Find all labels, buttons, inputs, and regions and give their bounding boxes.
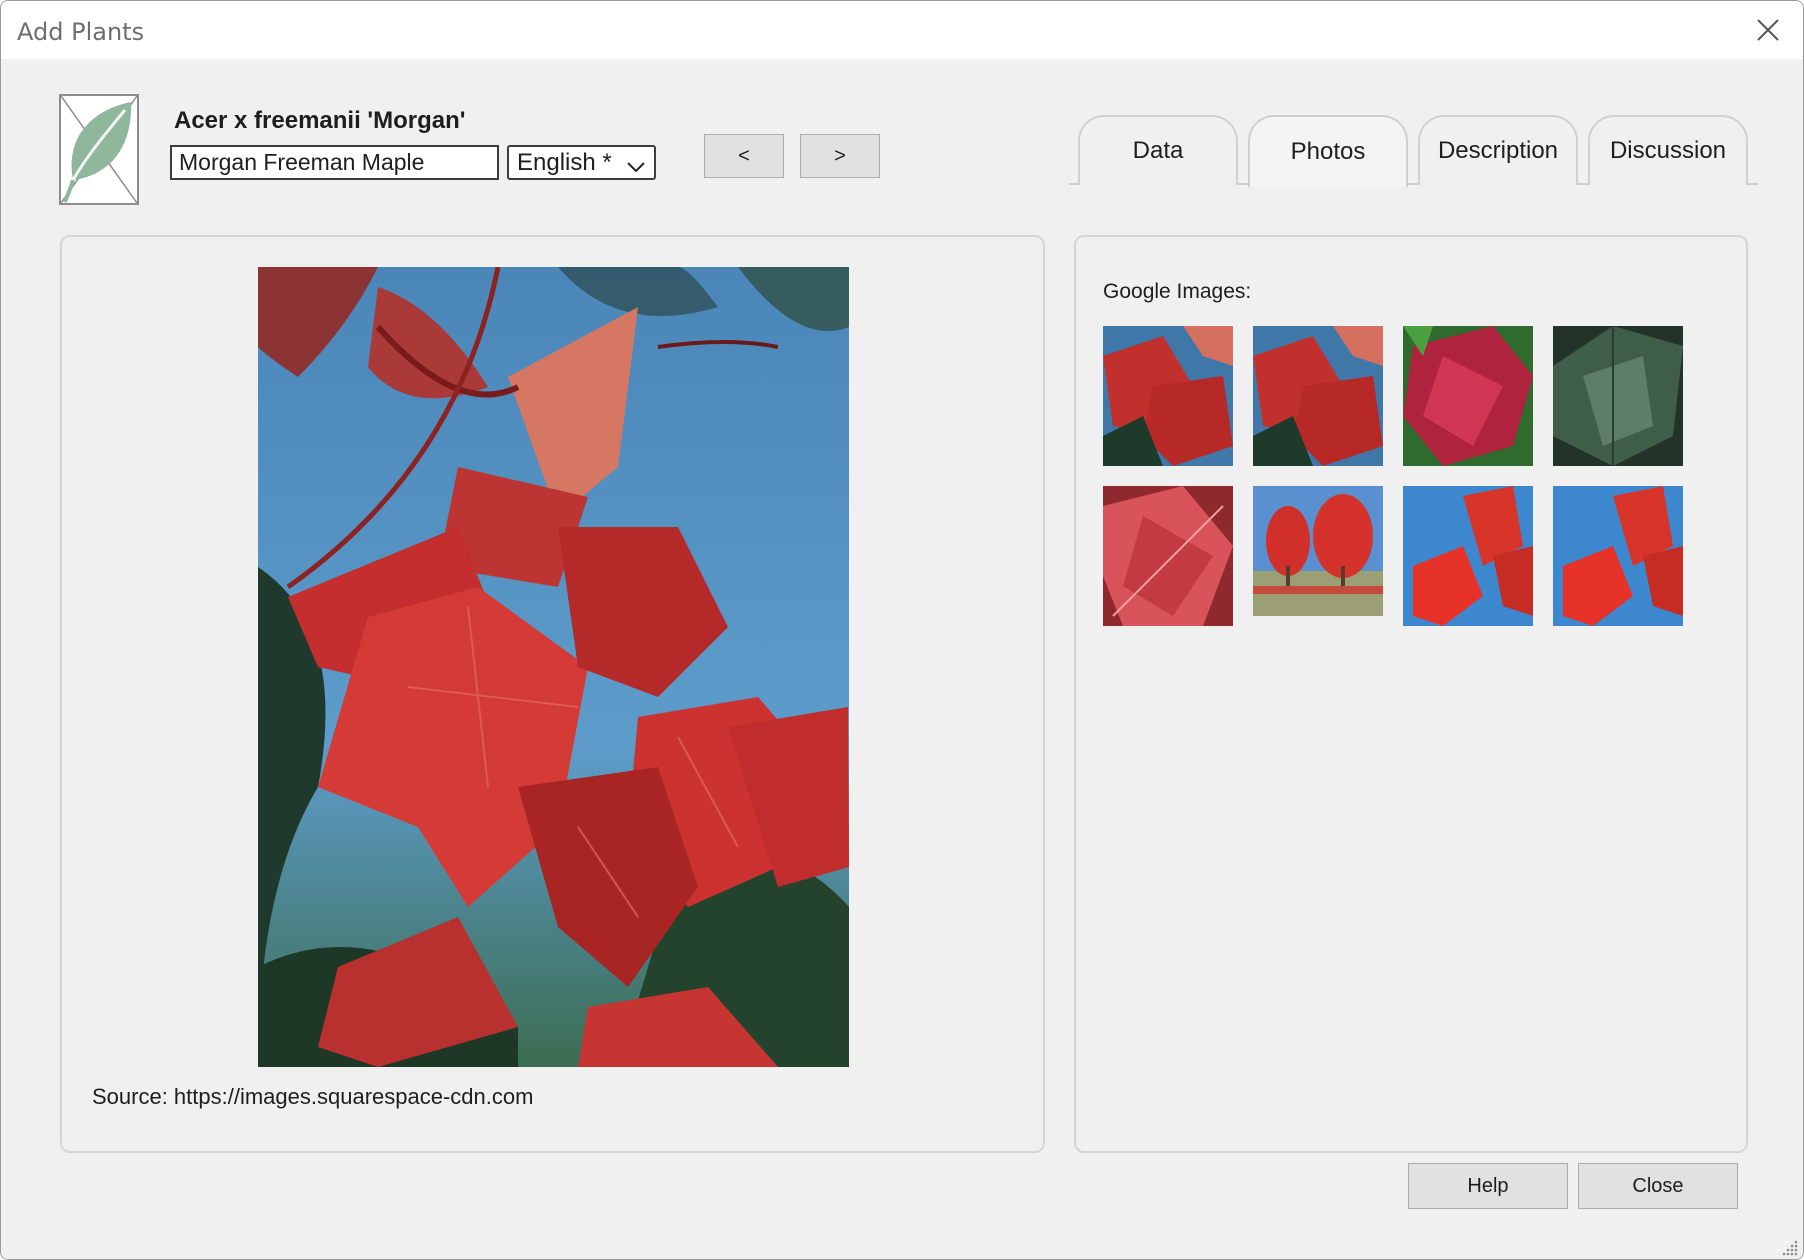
- google-image-thumbnail[interactable]: [1403, 326, 1533, 466]
- chevron-down-icon: [626, 154, 646, 182]
- google-images-panel: Google Images:: [1074, 235, 1748, 1153]
- language-select[interactable]: English *: [507, 145, 656, 180]
- tab-data[interactable]: Data: [1078, 115, 1238, 185]
- title-bar: Add Plants: [1, 1, 1803, 59]
- google-image-thumbnail[interactable]: [1103, 326, 1233, 466]
- google-images-label: Google Images:: [1103, 280, 1252, 303]
- common-name-field[interactable]: [170, 145, 499, 180]
- next-plant-button[interactable]: >: [800, 134, 880, 178]
- google-image-thumbnail[interactable]: [1103, 486, 1233, 626]
- google-image-thumbnail[interactable]: [1253, 326, 1383, 466]
- plant-botanical-name: Acer x freemanii 'Morgan': [174, 107, 466, 134]
- photo-source-label: Source: https://images.squarespace-cdn.c…: [92, 1084, 534, 1109]
- tab-photos[interactable]: Photos: [1248, 115, 1408, 187]
- close-icon[interactable]: [1753, 15, 1783, 45]
- google-image-thumbnail[interactable]: [1253, 486, 1383, 616]
- previous-plant-button[interactable]: <: [704, 134, 784, 178]
- google-image-thumbnail[interactable]: [1403, 486, 1533, 626]
- tab-discussion[interactable]: Discussion: [1588, 115, 1748, 185]
- language-value: English *: [517, 149, 612, 176]
- tab-description[interactable]: Description: [1418, 115, 1578, 185]
- photo-panel: Source: https://images.squarespace-cdn.c…: [60, 235, 1045, 1153]
- leaf-icon: [59, 94, 139, 205]
- main-plant-photo[interactable]: [258, 267, 849, 1067]
- add-plants-window: Add Plants Acer x freemanii 'Morgan' Eng…: [0, 0, 1804, 1260]
- resize-grip-icon[interactable]: [1781, 1239, 1799, 1257]
- close-button[interactable]: Close: [1578, 1163, 1738, 1209]
- google-image-thumbnail[interactable]: [1553, 486, 1683, 626]
- window-title: Add Plants: [17, 18, 145, 46]
- dialog-body: Acer x freemanii 'Morgan' English * < > …: [1, 59, 1803, 1259]
- google-image-thumbnail[interactable]: [1553, 326, 1683, 466]
- help-button[interactable]: Help: [1408, 1163, 1568, 1209]
